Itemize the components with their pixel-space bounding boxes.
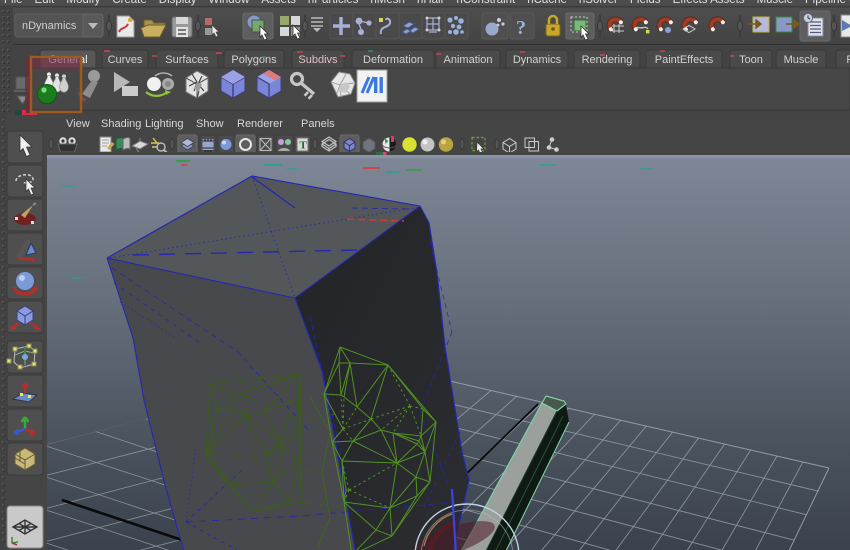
svg-text:Subdivs: Subdivs [298,54,338,66]
svg-text:Curves: Curves [108,54,143,66]
svg-text:PaintEffects: PaintEffects [655,54,714,66]
svg-text:?: ? [516,17,526,39]
svg-text:T: T [300,140,308,152]
svg-text:Surfaces: Surfaces [165,54,209,66]
svg-text:Toon: Toon [739,54,763,66]
svg-text:Animation: Animation [444,54,493,66]
svg-text:Polygons: Polygons [231,54,277,66]
svg-text:Dynamics: Dynamics [513,54,562,66]
svg-text:nDynamics: nDynamics [22,20,77,32]
svg-text:Rendering: Rendering [582,54,633,66]
svg-text:Deformation: Deformation [363,54,423,66]
svg-text:Muscle: Muscle [784,54,819,66]
svg-text:Fluids: Fluids [846,54,850,66]
